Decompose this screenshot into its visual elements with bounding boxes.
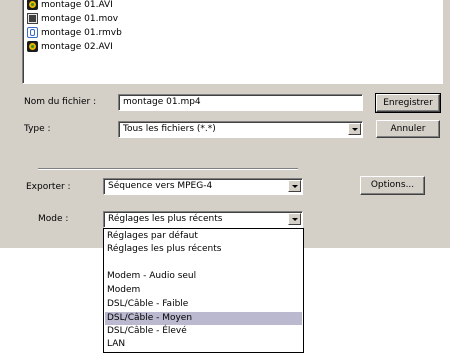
file-name: montage 02.AVI [41, 41, 113, 52]
type-label: Type : [24, 124, 51, 134]
dropdown-option[interactable]: LAN [105, 338, 302, 351]
avi-file-icon [27, 41, 38, 52]
mode-label: Mode : [38, 214, 69, 224]
chevron-down-icon[interactable] [288, 180, 301, 192]
list-item[interactable]: montage 01.mov [27, 12, 118, 25]
dropdown-option[interactable]: Réglages par défaut [105, 230, 302, 243]
filename-label: Nom du fichier : [24, 97, 97, 107]
dropdown-option[interactable]: Réglages les plus récents [105, 243, 302, 256]
dropdown-option[interactable]: DSL/Câble - Élevé [105, 325, 302, 338]
file-list[interactable]: montage 01.AVI montage 01.mov montage 01… [22, 0, 443, 84]
mode-select[interactable]: Réglages les plus récents [103, 211, 303, 228]
rmvb-file-icon [27, 27, 38, 38]
type-value: Tous les fichiers (*.*) [123, 124, 216, 134]
dropdown-option[interactable]: Modem [105, 284, 302, 297]
mode-value: Réglages les plus récents [108, 214, 223, 224]
separator [38, 168, 298, 170]
dropdown-option[interactable]: Modem - Audio seul [105, 270, 302, 283]
file-name: montage 01.rmvb [41, 27, 122, 38]
chevron-down-icon[interactable] [288, 213, 301, 225]
options-button[interactable]: Options... [360, 176, 425, 195]
list-item[interactable]: montage 01.AVI [27, 0, 113, 11]
cancel-button[interactable]: Annuler [376, 120, 440, 138]
export-value: Séquence vers MPEG-4 [108, 181, 213, 191]
list-item[interactable]: montage 01.rmvb [27, 26, 122, 39]
save-button[interactable]: Enregistrer [375, 93, 441, 113]
filename-value: montage 01.mp4 [123, 97, 201, 107]
type-select[interactable]: Tous les fichiers (*.*) [118, 121, 363, 138]
export-label: Exporter : [26, 182, 71, 192]
mode-dropdown-list[interactable]: Réglages par défaut Réglages les plus ré… [103, 228, 304, 353]
mov-file-icon [27, 13, 38, 24]
file-name: montage 01.mov [41, 13, 119, 24]
save-dialog: montage 01.AVI montage 01.mov montage 01… [0, 0, 450, 248]
chevron-down-icon[interactable] [348, 123, 361, 135]
list-item[interactable]: montage 02.AVI [27, 40, 113, 53]
dropdown-option-selected[interactable]: DSL/Câble - Moyen [105, 312, 302, 325]
dropdown-option[interactable]: DSL/Câble - Faible [105, 298, 302, 311]
avi-file-icon [27, 0, 38, 10]
filename-input[interactable]: montage 01.mp4 [118, 94, 363, 111]
export-select[interactable]: Séquence vers MPEG-4 [103, 178, 303, 195]
file-name: montage 01.AVI [41, 0, 113, 10]
